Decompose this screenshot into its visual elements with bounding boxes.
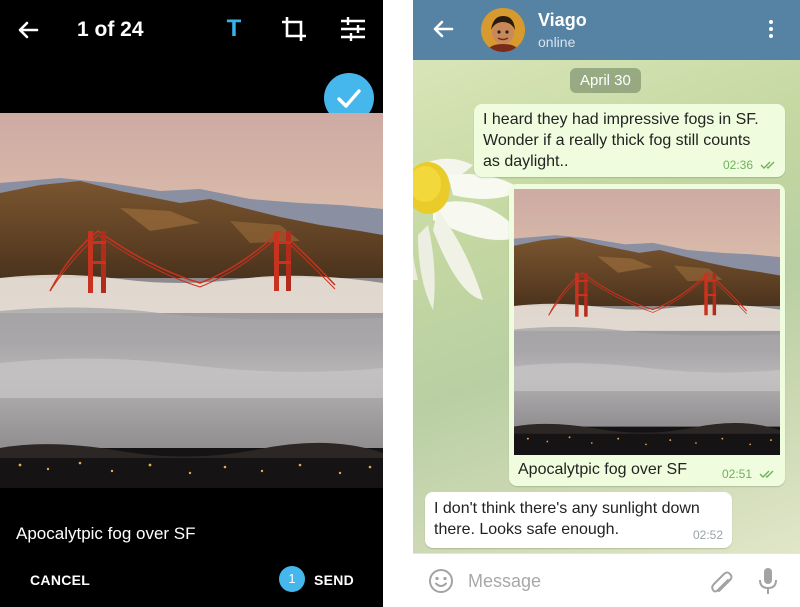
- adjust-sliders-icon[interactable]: [339, 15, 367, 43]
- message-bubble[interactable]: I heard they had impressive fogs in SF. …: [474, 104, 785, 177]
- photo-caption: Apocalytpic fog over SF: [518, 461, 687, 478]
- caption-text[interactable]: Apocalytpic fog over SF: [16, 522, 196, 546]
- read-ticks-icon: [759, 470, 774, 478]
- message-text: I don't think there's any sunlight down …: [434, 500, 700, 538]
- emoji-icon[interactable]: [428, 568, 454, 594]
- check-icon: [337, 89, 361, 108]
- message-input[interactable]: [468, 568, 698, 594]
- photo-counter: 1 of 24: [77, 18, 144, 41]
- date-separator: April 30: [570, 68, 641, 93]
- back-arrow-icon[interactable]: [14, 16, 42, 44]
- photo-preview: [0, 113, 383, 488]
- contact-name: Viago: [538, 10, 587, 30]
- text-icon[interactable]: T: [222, 14, 246, 44]
- message-time: 02:52: [693, 528, 724, 542]
- photo-editor: 1 of 24 T Apocalytpic fog over SF CANCEL…: [0, 0, 383, 607]
- message-photo[interactable]: [514, 189, 780, 455]
- selected-count-badge: 1: [279, 566, 305, 592]
- contact-status: online: [538, 34, 576, 50]
- attach-icon[interactable]: [708, 567, 734, 595]
- crop-icon[interactable]: [280, 15, 308, 43]
- message-bubble[interactable]: I don't think there's any sunlight down …: [425, 492, 732, 548]
- message-time: 02:51: [722, 467, 753, 481]
- avatar[interactable]: [481, 8, 525, 52]
- back-arrow-icon[interactable]: [430, 16, 456, 42]
- more-vert-icon[interactable]: [765, 18, 777, 42]
- chat-messages[interactable]: April 30 I heard they had impressive fog…: [413, 60, 800, 553]
- read-ticks-icon: [760, 161, 775, 169]
- message-composer: [413, 553, 800, 607]
- message-time: 02:36: [723, 158, 754, 172]
- chat-header: Viago online: [413, 0, 800, 60]
- send-button[interactable]: SEND: [314, 571, 354, 589]
- mic-icon[interactable]: [757, 566, 779, 596]
- chat-screen: Viago online April 30 I heard they had i…: [413, 0, 800, 607]
- cancel-button[interactable]: CANCEL: [30, 571, 90, 589]
- photo-message-bubble[interactable]: Apocalytpic fog over SF 02:51: [509, 184, 785, 486]
